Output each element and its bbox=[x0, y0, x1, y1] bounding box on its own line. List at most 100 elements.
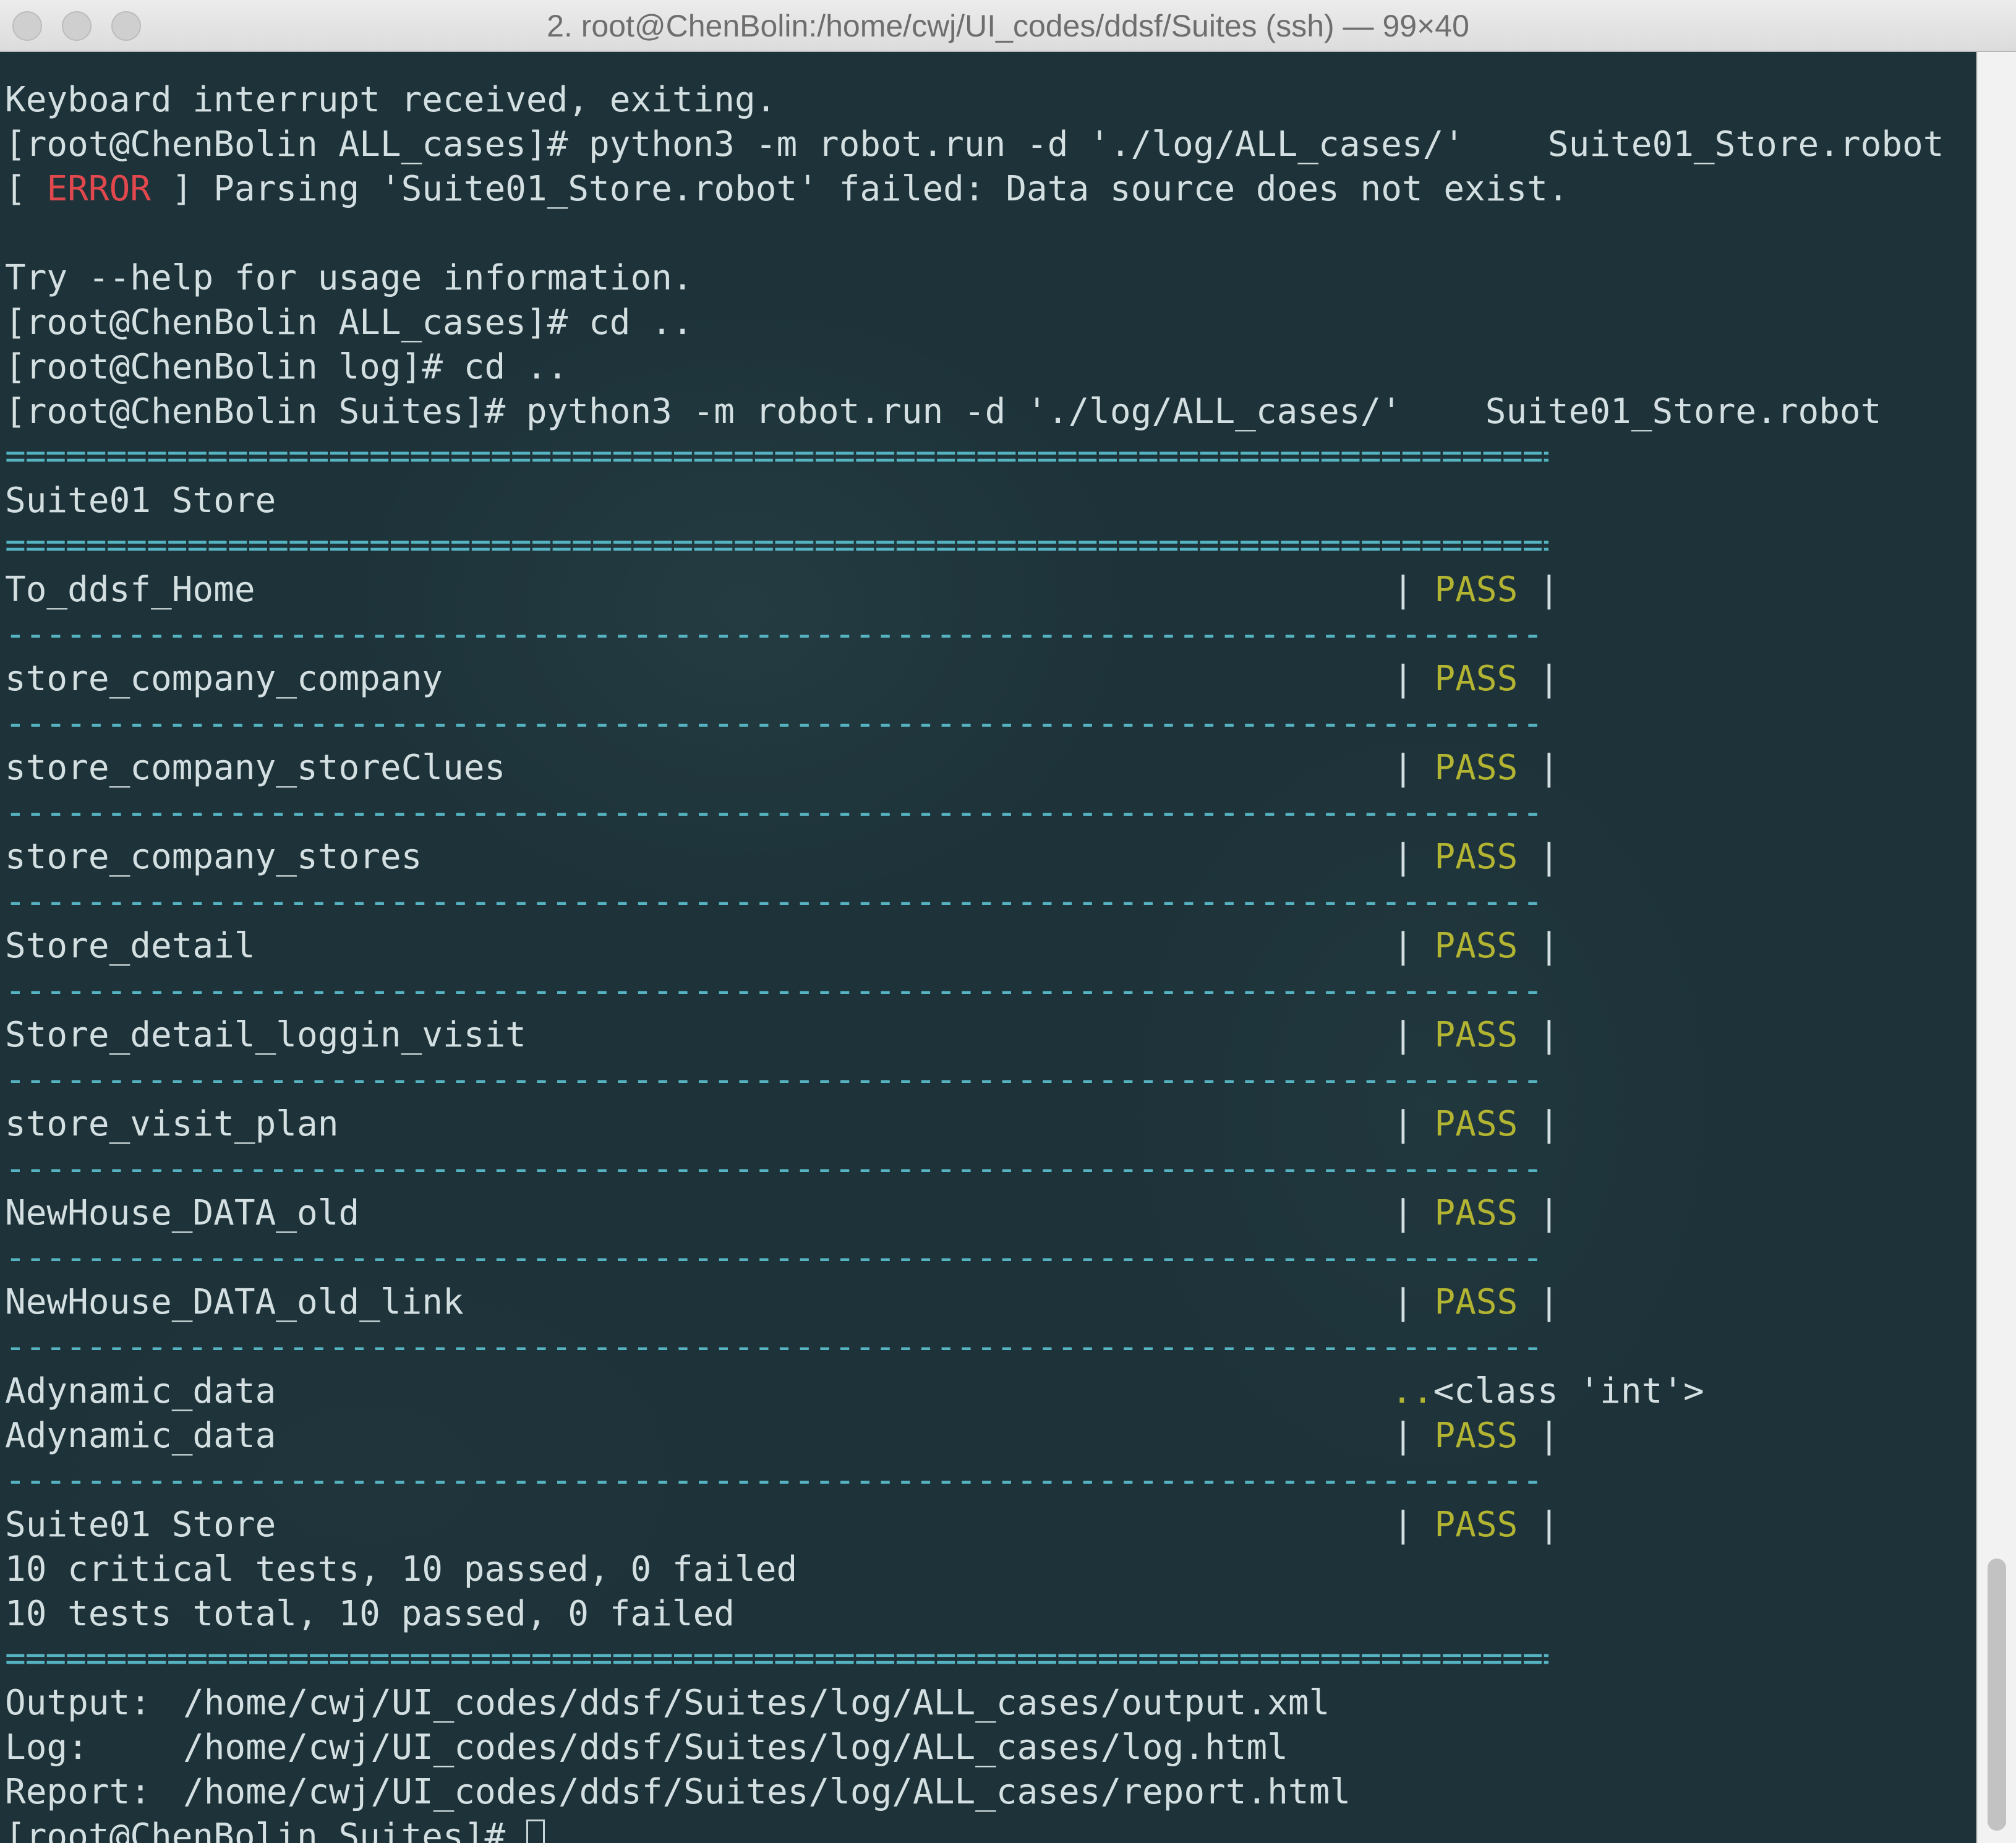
test-status: | PASS | bbox=[1393, 835, 1560, 879]
separator-equals: ========================================… bbox=[5, 525, 1548, 565]
error-message: ] Parsing 'Suite01_Store.robot' failed: … bbox=[151, 169, 1569, 209]
status-pipe: | bbox=[1393, 1015, 1414, 1055]
pass-label: PASS bbox=[1434, 1015, 1518, 1055]
test-name: store_company_storeClues bbox=[5, 748, 506, 788]
separator-equals: ========================================… bbox=[5, 1638, 1548, 1678]
window-title: 2. root@ChenBolin:/home/cwj/UI_codes/dds… bbox=[547, 9, 1469, 43]
test-name: Store_detail bbox=[5, 926, 255, 966]
terminal-line-help: Try --help for usage information. bbox=[5, 258, 693, 298]
test-console-output: ..<class 'int'> bbox=[1391, 1369, 1704, 1414]
separator-equals: ========================================… bbox=[5, 436, 1548, 476]
separator-dashes: ----------------------------------------… bbox=[5, 1148, 1548, 1189]
test-name: store_visit_plan bbox=[5, 1104, 339, 1144]
separator-dashes: ----------------------------------------… bbox=[5, 703, 1548, 743]
pass-label: PASS bbox=[1434, 1193, 1518, 1233]
title-bar[interactable]: 2. root@ChenBolin:/home/cwj/UI_codes/dds… bbox=[0, 0, 2016, 52]
separator-dashes: ----------------------------------------… bbox=[5, 792, 1548, 832]
status-pipe: | bbox=[1393, 1416, 1414, 1456]
test-name: Store_detail_loggin_visit bbox=[5, 1015, 526, 1055]
terminal-line-error: [ ERROR ] Parsing 'Suite01_Store.robot' … bbox=[5, 167, 1569, 212]
log-path[interactable]: /home/cwj/UI_codes/ddsf/Suites/log/ALL_c… bbox=[183, 1725, 1288, 1770]
progress-dots: .. bbox=[1391, 1371, 1433, 1411]
output-path[interactable]: /home/cwj/UI_codes/ddsf/Suites/log/ALL_c… bbox=[183, 1681, 1330, 1725]
test-name: NewHouse_DATA_old_link bbox=[5, 1282, 464, 1322]
test-status: | PASS | bbox=[1393, 1280, 1560, 1325]
test-name-progress: Adynamic_data bbox=[5, 1371, 276, 1411]
status-pipe: | bbox=[1393, 659, 1414, 699]
pass-label: PASS bbox=[1434, 1416, 1518, 1456]
test-status: | PASS | bbox=[1393, 1102, 1560, 1147]
status-pipe: | bbox=[1539, 1015, 1560, 1055]
status-pipe: | bbox=[1539, 1104, 1560, 1144]
pass-label: PASS bbox=[1434, 748, 1518, 788]
vertical-scrollbar[interactable] bbox=[1976, 52, 2016, 1843]
status-pipe: | bbox=[1393, 926, 1414, 966]
suite-result-status: | PASS | bbox=[1393, 1503, 1560, 1547]
terminal-window: 2. root@ChenBolin:/home/cwj/UI_codes/dds… bbox=[0, 0, 2016, 1843]
test-status: | PASS | bbox=[1393, 1013, 1560, 1058]
report-path[interactable]: /home/cwj/UI_codes/ddsf/Suites/log/ALL_c… bbox=[183, 1770, 1351, 1815]
test-name: store_company_company bbox=[5, 659, 443, 699]
status-pipe: | bbox=[1393, 1104, 1414, 1144]
separator-dashes: ----------------------------------------… bbox=[5, 1238, 1548, 1278]
test-status: | PASS | bbox=[1393, 1191, 1560, 1236]
pass-label: PASS bbox=[1434, 659, 1518, 699]
status-pipe: | bbox=[1539, 748, 1560, 788]
total-summary: 10 tests total, 10 passed, 0 failed bbox=[5, 1594, 735, 1634]
suite-result-name: Suite01 Store bbox=[5, 1505, 276, 1545]
shell-prompt: [root@ChenBolin Suites]# bbox=[5, 1816, 526, 1843]
report-line: Report: bbox=[5, 1770, 151, 1815]
test-name: To_ddsf_Home bbox=[5, 570, 255, 610]
terminal-line-command-2: [root@ChenBolin Suites]# python3 -m robo… bbox=[5, 391, 1882, 432]
log-line: Log: bbox=[5, 1725, 88, 1770]
text-cursor bbox=[526, 1819, 545, 1843]
error-bracket-open: [ bbox=[5, 169, 47, 209]
error-tag: ERROR bbox=[46, 169, 152, 209]
terminal-line-cd-1: [root@ChenBolin ALL_cases]# cd .. bbox=[5, 302, 693, 343]
status-pipe: | bbox=[1539, 1282, 1560, 1322]
test-name: Adynamic_data bbox=[5, 1416, 276, 1456]
log-label: Log: bbox=[5, 1727, 88, 1768]
test-status: | PASS | bbox=[1393, 924, 1560, 969]
output-label: Output: bbox=[5, 1683, 152, 1723]
pass-label: PASS bbox=[1434, 837, 1518, 877]
terminal-line-command-1: [root@ChenBolin ALL_cases]# python3 -m r… bbox=[5, 124, 1944, 165]
report-label: Report: bbox=[5, 1772, 152, 1812]
status-pipe: | bbox=[1539, 837, 1560, 877]
test-name: NewHouse_DATA_old bbox=[5, 1193, 360, 1233]
shell-prompt-line[interactable]: [root@ChenBolin Suites]# bbox=[5, 1815, 545, 1843]
status-pipe: | bbox=[1539, 659, 1560, 699]
status-pipe: | bbox=[1539, 570, 1560, 610]
output-line: Output: bbox=[5, 1681, 151, 1725]
test-status: | PASS | bbox=[1393, 657, 1560, 701]
separator-dashes: ----------------------------------------… bbox=[5, 970, 1548, 1011]
status-pipe: | bbox=[1393, 748, 1414, 788]
test-status: | PASS | bbox=[1393, 568, 1560, 612]
separator-dashes: ----------------------------------------… bbox=[5, 1327, 1548, 1367]
status-pipe: | bbox=[1393, 570, 1414, 610]
pass-label: PASS bbox=[1434, 1104, 1518, 1144]
test-status: | PASS | bbox=[1393, 746, 1560, 790]
separator-dashes: ----------------------------------------… bbox=[5, 614, 1548, 654]
pass-label: PASS bbox=[1434, 1282, 1518, 1322]
status-pipe: | bbox=[1393, 1282, 1414, 1322]
status-pipe: | bbox=[1393, 837, 1414, 877]
terminal-line-cd-2: [root@ChenBolin log]# cd .. bbox=[5, 347, 568, 387]
separator-dashes: ----------------------------------------… bbox=[5, 1460, 1548, 1500]
status-pipe: | bbox=[1539, 926, 1560, 966]
terminal-output[interactable]: Keyboard interrupt received, exiting. [r… bbox=[0, 52, 1976, 1843]
critical-summary: 10 critical tests, 10 passed, 0 failed bbox=[5, 1549, 798, 1589]
status-pipe: | bbox=[1539, 1193, 1560, 1233]
scrollbar-thumb[interactable] bbox=[1988, 1559, 2006, 1831]
test-name: store_company_stores bbox=[5, 837, 422, 877]
test-status: | PASS | bbox=[1393, 1414, 1560, 1458]
separator-dashes: ----------------------------------------… bbox=[5, 881, 1548, 922]
status-pipe: | bbox=[1393, 1505, 1414, 1545]
status-pipe: | bbox=[1539, 1505, 1560, 1545]
separator-dashes: ----------------------------------------… bbox=[5, 1059, 1548, 1100]
status-pipe: | bbox=[1393, 1193, 1414, 1233]
pass-label: PASS bbox=[1434, 570, 1518, 610]
status-pipe: | bbox=[1539, 1416, 1560, 1456]
console-output-text: <class 'int'> bbox=[1433, 1371, 1704, 1411]
terminal-line-keyboard: Keyboard interrupt received, exiting. bbox=[5, 80, 777, 120]
